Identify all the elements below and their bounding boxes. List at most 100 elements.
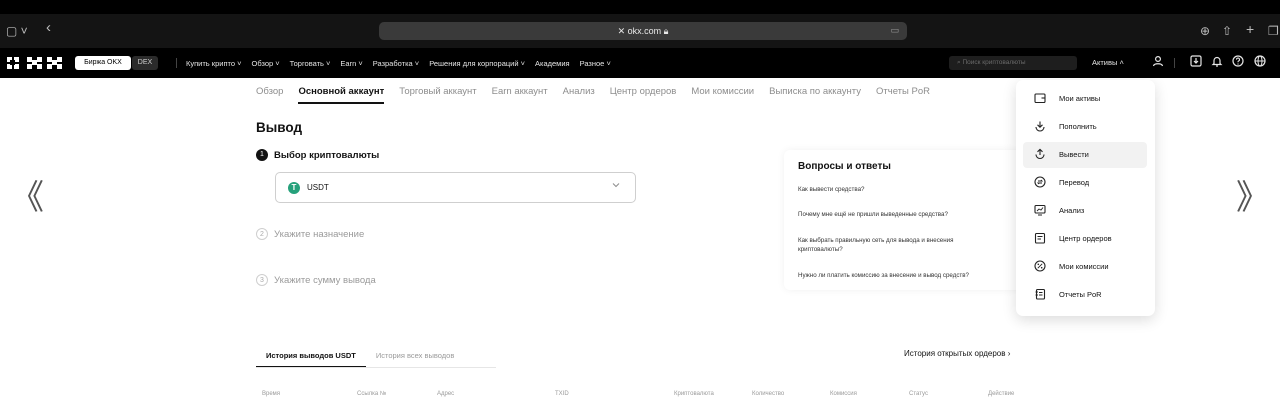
deposit-icon: [1033, 120, 1047, 134]
transfer-icon: [1033, 176, 1047, 190]
dex-pill[interactable]: DEX: [132, 56, 158, 70]
tab-all-withdraw-history[interactable]: История всех выводов: [366, 346, 464, 368]
menu-item-order-center[interactable]: Центр ордеров: [1023, 226, 1147, 252]
next-arrow-icon[interactable]: 》: [1236, 180, 1270, 216]
menu-item-deposit[interactable]: Пополнить: [1023, 114, 1147, 140]
crypto-search-input[interactable]: ⌕ Поиск криптовалюты: [949, 56, 1077, 70]
faq-panel: Вопросы и ответы Как вывести средства? П…: [784, 150, 1024, 290]
column-header: Количество: [752, 391, 785, 397]
tab-earn-account[interactable]: Earn аккаунт: [492, 82, 548, 104]
okx-logo[interactable]: [7, 57, 62, 69]
history-tabs-divider: [256, 367, 496, 368]
menu-item-my-assets[interactable]: Мои активы: [1023, 86, 1147, 112]
chevron-down-icon: [611, 180, 621, 193]
globe-icon[interactable]: [1252, 55, 1268, 71]
usdt-coin-icon: T: [288, 182, 300, 194]
step-number: 2: [256, 228, 268, 240]
tab-main-account[interactable]: Основной аккаунт: [298, 82, 385, 104]
step-number: 3: [256, 274, 268, 286]
column-header: Ссылка №: [357, 391, 387, 397]
nav-item-buy-crypto[interactable]: Купить крипто ˅: [186, 59, 242, 68]
menu-item-transfer[interactable]: Перевод: [1023, 170, 1147, 196]
column-header: Статус: [909, 391, 928, 397]
selected-coin: USDT: [307, 183, 329, 192]
step-select-crypto: 1 Выбор криптовалюты: [256, 149, 379, 161]
nav-item-earn[interactable]: Earn ˅: [340, 59, 362, 68]
faq-title: Вопросы и ответы: [798, 161, 891, 172]
tab-trading-account[interactable]: Торговый аккаунт: [399, 82, 476, 104]
account-tabs: Обзор Основной аккаунт Торговый аккаунт …: [256, 82, 930, 104]
menu-item-label: Пополнить: [1059, 122, 1097, 131]
nav-item-academy[interactable]: Академия: [535, 59, 570, 68]
nav-divider: [176, 58, 177, 68]
page-title: Вывод: [256, 120, 303, 135]
menu-item-my-fees[interactable]: Мои комиссии: [1023, 254, 1147, 280]
nav-item-develop[interactable]: Разработка ˅: [373, 59, 419, 68]
new-tab-icon[interactable]: +: [1246, 20, 1254, 38]
step-amount: 3 Укажите сумму вывода: [256, 274, 376, 286]
step-label: Укажите сумму вывода: [274, 274, 376, 286]
exchange-pill[interactable]: Биржа OKX: [75, 56, 131, 70]
faq-question[interactable]: Нужно ли платить комиссию за внесение и …: [798, 271, 1018, 280]
tab-analysis[interactable]: Анализ: [563, 82, 595, 104]
reader-icon[interactable]: ▭: [890, 25, 899, 36]
nav-item-overview[interactable]: Обзор ˅: [252, 59, 280, 68]
coin-select[interactable]: T USDT: [275, 172, 636, 203]
open-orders-history-link[interactable]: История открытых ордеров ›: [904, 349, 1010, 358]
tab-usdt-withdraw-history[interactable]: История выводов USDT: [256, 346, 366, 368]
address-bar[interactable]: ✕ okx.com 🔒︎ ▭: [379, 22, 907, 40]
menu-item-analysis[interactable]: Анализ: [1023, 198, 1147, 224]
faq-question[interactable]: Как выбрать правильную сеть для вывода и…: [798, 236, 998, 254]
share-icon[interactable]: ⇧: [1222, 22, 1232, 40]
tab-overview[interactable]: Обзор: [256, 82, 283, 104]
menu-item-label: Вывести: [1059, 150, 1089, 159]
column-header: Время: [262, 391, 281, 397]
assets-dropdown: Мои активы Пополнить Вывести Перевод Ана…: [1016, 80, 1155, 316]
column-header: Адрес: [437, 391, 455, 397]
site-favicon-icon: ✕: [617, 26, 628, 36]
column-header: TXID: [555, 391, 569, 397]
url-text: ✕ okx.com 🔒︎: [379, 25, 907, 37]
tab-my-fees[interactable]: Мои комиссии: [691, 82, 754, 104]
viewport: ▢ ˅ ‹ ⊕ ⇧ + ❐ ✕ okx.com 🔒︎ ▭ Биржа OKX D…: [0, 0, 1280, 404]
lock-icon: 🔒︎: [661, 26, 669, 36]
step-label: Укажите назначение: [274, 228, 365, 240]
withdraw-icon: [1033, 148, 1047, 162]
bell-icon[interactable]: [1209, 55, 1225, 71]
menu-item-label: Мои комиссии: [1059, 262, 1109, 271]
menu-item-withdraw[interactable]: Вывести: [1023, 142, 1147, 168]
sidebar-toggle-icon[interactable]: ▢ ˅: [6, 22, 28, 40]
menu-item-label: Перевод: [1059, 178, 1090, 187]
column-header: Действие: [988, 391, 1015, 397]
downloads-icon[interactable]: ⊕: [1200, 22, 1210, 40]
column-header: Комиссия: [830, 391, 857, 397]
back-icon[interactable]: ‹: [46, 19, 51, 37]
top-strip: [0, 0, 1280, 14]
step-destination: 2 Укажите назначение: [256, 228, 364, 240]
reports-icon: [1033, 288, 1047, 302]
tab-por-reports[interactable]: Отчеты PoR: [876, 82, 930, 104]
menu-item-por-reports[interactable]: Отчеты PoR: [1023, 282, 1147, 308]
menu-item-label: Анализ: [1059, 206, 1085, 215]
orders-icon: [1033, 232, 1047, 246]
tab-account-statement[interactable]: Выписка по аккаунту: [769, 82, 861, 104]
prev-arrow-icon[interactable]: 《: [10, 180, 44, 216]
faq-question[interactable]: Почему мне ещё не пришли выведенные сред…: [798, 210, 1018, 219]
history-tabs: История выводов USDT История всех выводо…: [256, 346, 464, 368]
column-header: Криптовалюта: [674, 391, 714, 397]
analysis-icon: [1033, 204, 1047, 218]
nav-item-corporate[interactable]: Решения для корпораций ˅: [429, 59, 525, 68]
help-icon[interactable]: [1230, 55, 1246, 71]
tab-order-center[interactable]: Центр ордеров: [610, 82, 677, 104]
download-app-icon[interactable]: [1188, 55, 1204, 71]
nav-item-trade[interactable]: Торговать ˅: [290, 59, 331, 68]
nav-item-more[interactable]: Разное ˅: [580, 59, 611, 68]
url-value: okx.com: [627, 26, 662, 36]
user-icon[interactable]: [1150, 55, 1166, 71]
tabs-overview-icon[interactable]: ❐: [1268, 22, 1279, 40]
faq-question[interactable]: Как вывести средства?: [798, 185, 1018, 194]
step-label: Выбор криптовалюты: [274, 149, 380, 161]
assets-menu-button[interactable]: Активы ˄: [1092, 48, 1124, 78]
search-placeholder: Поиск криптовалюты: [962, 59, 1026, 66]
nav-menu: Купить крипто ˅ Обзор ˅ Торговать ˅ Earn…: [186, 48, 611, 78]
